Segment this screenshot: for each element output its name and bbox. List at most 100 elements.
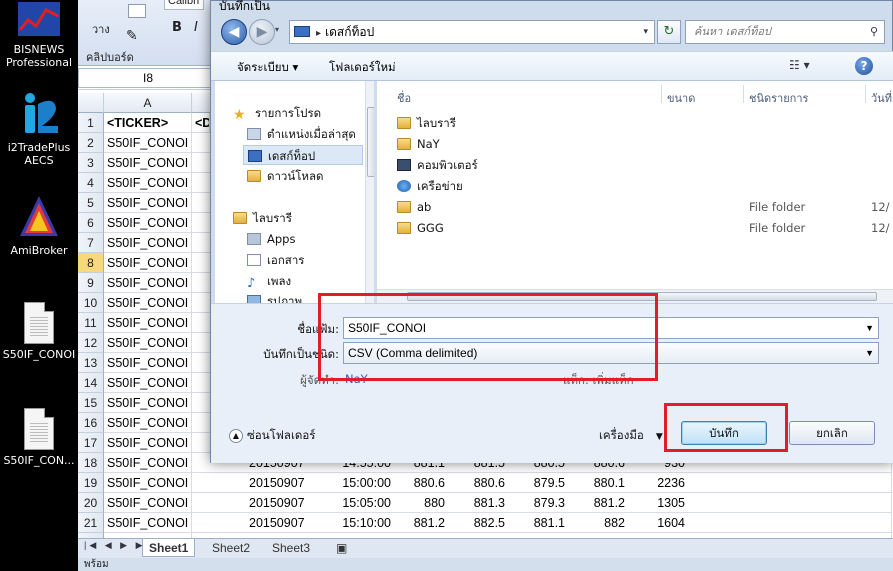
row-header[interactable]: 19 (78, 473, 104, 493)
filename-dropdown-icon[interactable]: ▼ (865, 318, 874, 338)
row-header[interactable]: 3 (78, 153, 104, 173)
nav-favorites[interactable]: ★ รายการโปรด (233, 103, 321, 123)
cell-a[interactable]: S50IF_CONOI (104, 133, 192, 153)
cell-a[interactable]: S50IF_CONOI (104, 333, 192, 353)
cell-close[interactable]: 882 (578, 513, 628, 533)
view-options-icon[interactable]: ☷ ▾ (789, 58, 810, 72)
nav-recent-places[interactable]: ตำแหน่งเมื่อล่าสุด (247, 124, 356, 144)
new-folder-button[interactable]: โฟลเดอร์ใหม่ (329, 59, 396, 77)
forward-icon[interactable]: ▶ (249, 19, 275, 45)
nav-downloads[interactable]: ดาวน์โหลด (247, 166, 324, 186)
desktop-icon-file-1[interactable]: S50IF_CONOI (0, 302, 78, 361)
desktop-icon-file-2[interactable]: S50IF_CON... (0, 408, 78, 467)
cell-a[interactable]: S50IF_CONOI (104, 473, 192, 493)
cell-a[interactable]: S50IF_CONOI (104, 433, 192, 453)
cell-vol[interactable]: 1305 (638, 493, 688, 513)
desktop-icon-amibroker[interactable]: AmiBroker (0, 193, 78, 257)
file-row-ggg[interactable]: GGG File folder 12/ (397, 218, 893, 238)
row-header[interactable]: 2 (78, 133, 104, 153)
help-icon[interactable]: ? (855, 57, 873, 75)
row-header[interactable]: 12 (78, 333, 104, 353)
search-input[interactable]: ค้นหา เดสก์ท็อป ⚲ (685, 20, 885, 44)
name-box[interactable]: I8 (78, 68, 218, 88)
cell-a[interactable]: S50IF_CONOI (104, 393, 192, 413)
column-header-a[interactable]: A (104, 93, 192, 113)
recent-pages-chevron-icon[interactable]: ▾ (275, 25, 279, 34)
nav-pictures[interactable]: รูปภาพ (247, 291, 302, 303)
row-header[interactable]: 7 (78, 233, 104, 253)
cell-b[interactable]: <D (192, 113, 210, 133)
cell-a[interactable]: S50IF_CONOI (104, 293, 192, 313)
tab-sheet3[interactable]: Sheet3 (266, 539, 316, 557)
font-name-select[interactable]: Calibri (164, 0, 204, 10)
cell-a[interactable]: S50IF_CONOI (104, 253, 192, 273)
cell-vol[interactable]: 2236 (638, 473, 688, 493)
paste-button[interactable]: วาง (92, 20, 110, 38)
cell-a[interactable]: S50IF_CONOI (104, 313, 192, 333)
row-header[interactable]: 1 (78, 113, 104, 133)
row-header[interactable]: 6 (78, 213, 104, 233)
address-dropdown-icon[interactable]: ▾ (643, 21, 648, 43)
copy-icon[interactable] (128, 4, 146, 18)
address-box[interactable]: ▸ เดสก์ท็อป ▾ (289, 20, 655, 44)
cell-date[interactable]: 20150907 (246, 513, 306, 533)
cell-high[interactable]: 881.3 (458, 493, 508, 513)
cell-date[interactable]: 20150907 (246, 493, 306, 513)
row-header[interactable]: 10 (78, 293, 104, 313)
refresh-icon[interactable]: ↻ (657, 20, 681, 44)
cell-vol[interactable]: 1604 (638, 513, 688, 533)
select-all-corner[interactable] (78, 93, 104, 113)
cell-a[interactable]: S50IF_CONOI (104, 233, 192, 253)
tab-sheet1[interactable]: Sheet1 (142, 539, 196, 557)
nav-music[interactable]: ♪ เพลง (247, 271, 291, 291)
column-name[interactable]: ชื่อ (397, 89, 411, 107)
tab-sheet2[interactable]: Sheet2 (206, 539, 256, 557)
nav-libraries[interactable]: ไลบรารี (233, 208, 292, 228)
insert-sheet-icon[interactable]: ▣ (330, 539, 353, 557)
savetype-dropdown-icon[interactable]: ▼ (865, 343, 874, 363)
cell-high[interactable]: 880.6 (458, 473, 508, 493)
back-icon[interactable]: ◀ (221, 19, 247, 45)
cell-open[interactable]: 880 (398, 493, 448, 513)
cancel-button[interactable]: ยกเลิก (789, 421, 875, 445)
cell-open[interactable]: 881.2 (398, 513, 448, 533)
file-row-network[interactable]: เครือข่าย (397, 176, 463, 196)
nav-scroll-thumb[interactable] (367, 107, 374, 177)
file-row-computer[interactable]: คอมพิวเตอร์ (397, 155, 478, 175)
column-date[interactable]: วันที่ (871, 89, 892, 107)
sheet-nav-arrows-icon[interactable]: |◀ ◀ ▶ ▶| (84, 540, 151, 551)
nav-scrollbar[interactable] (365, 81, 374, 303)
cell-open[interactable]: 880.6 (398, 473, 448, 493)
row-header[interactable]: 21 (78, 513, 104, 533)
row-header[interactable]: 9 (78, 273, 104, 293)
cell-date[interactable]: 20150907 (246, 473, 306, 493)
hide-folders-toggle[interactable]: ▲ ซ่อนโฟลเดอร์ (229, 427, 315, 445)
cell-low[interactable]: 881.1 (518, 513, 568, 533)
row-header[interactable]: 17 (78, 433, 104, 453)
row-header[interactable]: 13 (78, 353, 104, 373)
italic-button[interactable]: I (194, 20, 198, 35)
cell-low[interactable]: 879.3 (518, 493, 568, 513)
cell-a[interactable]: S50IF_CONOI (104, 493, 192, 513)
nav-documents[interactable]: เอกสาร (247, 250, 304, 270)
cell-a[interactable]: S50IF_CONOI (104, 273, 192, 293)
file-row-ab[interactable]: ab File folder 12/ (397, 197, 893, 217)
nav-apps[interactable]: Apps (247, 229, 295, 249)
cell-time[interactable]: 15:00:00 (338, 473, 394, 493)
desktop-icon-bisnews[interactable]: BISNEWS Professional (0, 0, 78, 69)
cell-a[interactable]: S50IF_CONOI (104, 513, 192, 533)
cell-close[interactable]: 880.1 (578, 473, 628, 493)
cell-a[interactable]: S50IF_CONOI (104, 193, 192, 213)
desktop-icon-i2tradeplus[interactable]: i2TradePlus AECS (0, 90, 78, 167)
cell-a[interactable]: S50IF_CONOI (104, 173, 192, 193)
file-row-libraries[interactable]: ไลบรารี (397, 113, 456, 133)
cell-a[interactable]: <TICKER> (104, 113, 192, 133)
cell-a[interactable]: S50IF_CONOI (104, 353, 192, 373)
cell-high[interactable]: 882.5 (458, 513, 508, 533)
file-row-nay[interactable]: NaY (397, 134, 440, 154)
row-header[interactable]: 18 (78, 453, 104, 473)
cell-a[interactable]: S50IF_CONOI (104, 213, 192, 233)
row-header[interactable]: 8 (78, 253, 104, 273)
organize-button[interactable]: จัดระเบียบ ▾ (237, 59, 298, 77)
cell-time[interactable]: 15:10:00 (338, 513, 394, 533)
